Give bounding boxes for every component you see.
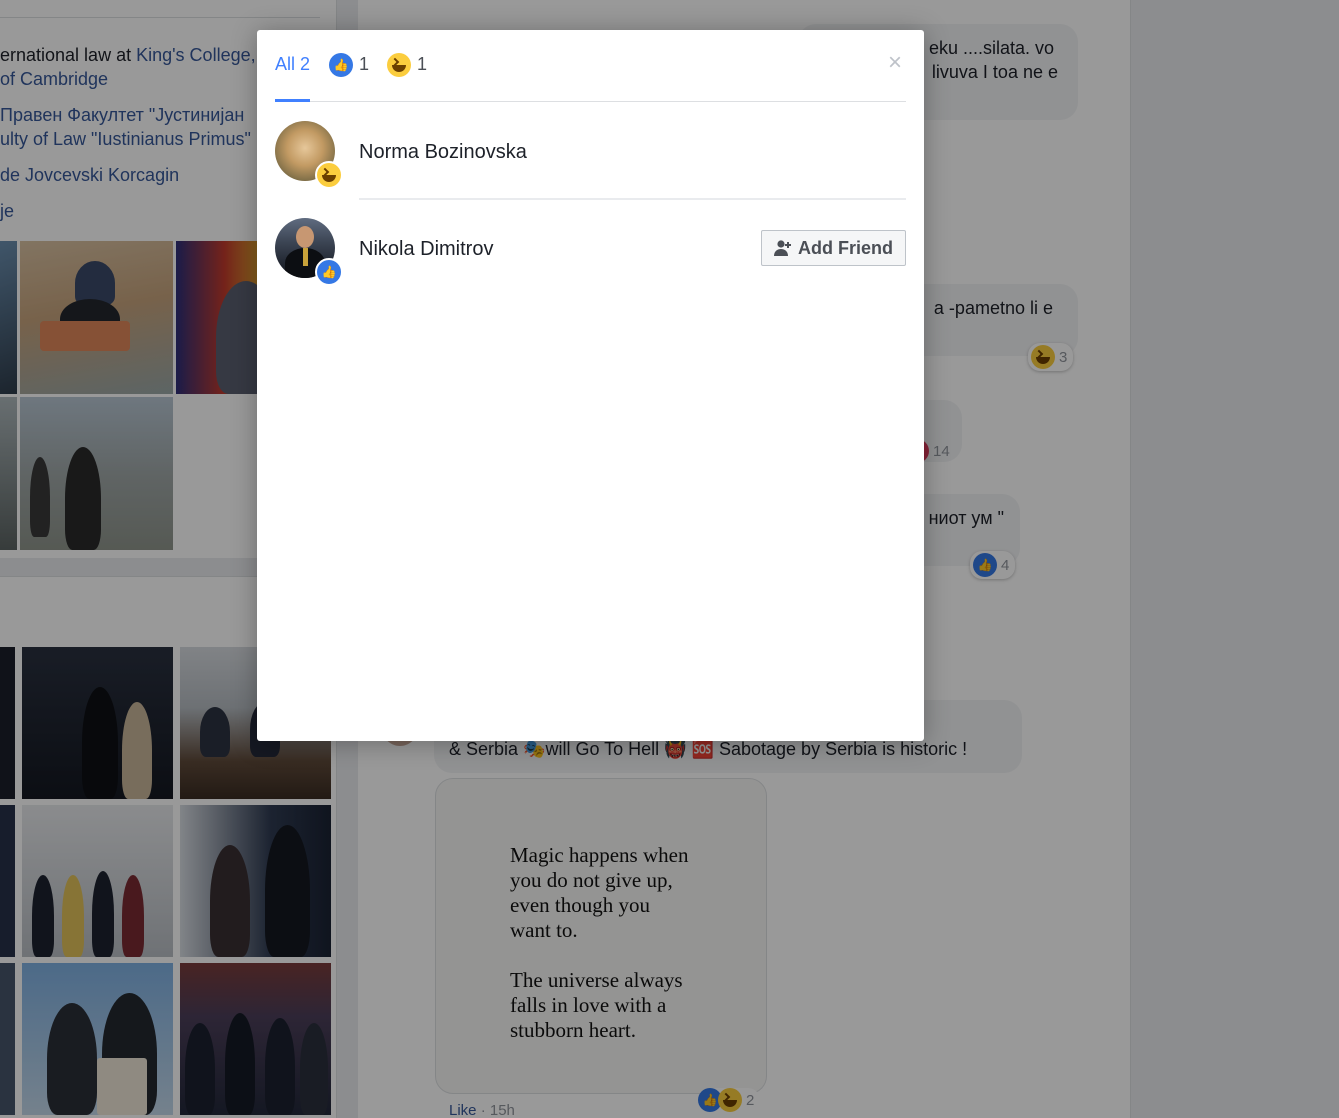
tab-like[interactable]: 1 xyxy=(329,53,370,102)
divider xyxy=(359,198,906,200)
like-reaction-icon xyxy=(315,258,343,286)
tab-like-count: 1 xyxy=(359,54,370,74)
reaction-tabs: All 2 1 1 xyxy=(275,30,906,102)
reaction-list-item: Nikola Dimitrov Add Friend xyxy=(275,218,906,286)
tab-all[interactable]: All 2 xyxy=(275,54,311,102)
haha-reaction-icon xyxy=(315,161,343,189)
tab-haha[interactable]: 1 xyxy=(387,53,428,102)
add-friend-button[interactable]: Add Friend xyxy=(761,230,906,266)
reaction-list-item: Norma Bozinovska xyxy=(275,121,906,201)
tab-haha-count: 1 xyxy=(417,54,428,74)
tab-all-label: All 2 xyxy=(275,54,311,74)
like-reaction-icon xyxy=(329,53,353,77)
reactions-dialog: All 2 1 1 × Norma Bozinovska Nikola Dimi… xyxy=(257,30,924,741)
haha-reaction-icon xyxy=(387,53,411,77)
person-name[interactable]: Nikola Dimitrov xyxy=(359,238,493,261)
person-name[interactable]: Norma Bozinovska xyxy=(359,141,527,164)
add-friend-icon xyxy=(774,240,791,256)
close-icon[interactable]: × xyxy=(884,51,906,75)
add-friend-label: Add Friend xyxy=(798,237,893,258)
